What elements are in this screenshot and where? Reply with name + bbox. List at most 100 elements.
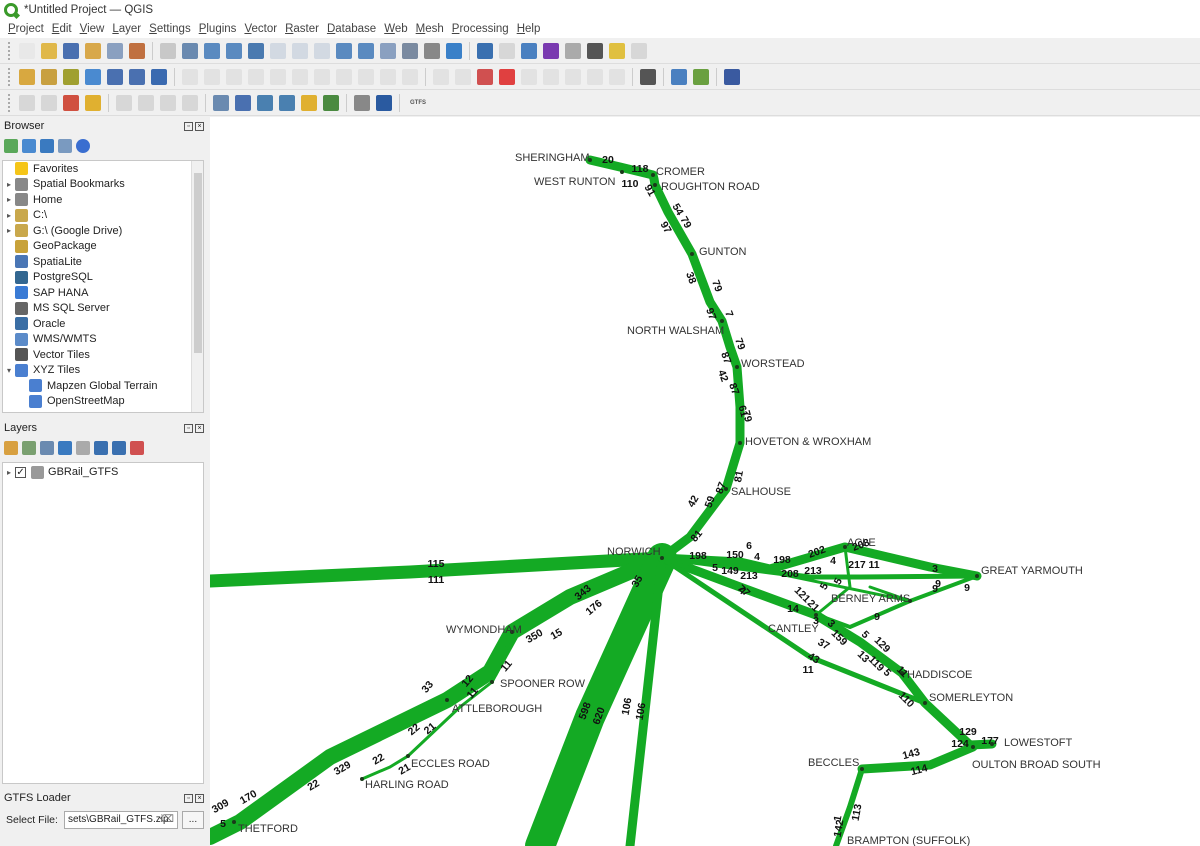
menu-processing[interactable]: Processing [448, 23, 513, 35]
browser-item-wms-wmts[interactable]: WMS/WMTS [3, 332, 203, 348]
gtfs-button[interactable]: GTFS [410, 100, 426, 106]
station-marker[interactable] [720, 319, 724, 323]
browse-button[interactable]: ... [181, 811, 204, 829]
browser-item-postgresql[interactable]: PostgreSQL [3, 270, 203, 286]
pencil-icon[interactable] [182, 68, 198, 85]
clear-icon[interactable]: ⌫ [160, 814, 174, 825]
browser-item-ms-sql-server[interactable]: MS SQL Server [3, 301, 203, 317]
collapse-all-icon[interactable] [58, 139, 72, 153]
close-label-icon[interactable] [499, 68, 515, 85]
station-marker[interactable] [971, 745, 975, 749]
label-rotate-icon[interactable] [543, 68, 559, 85]
visibility-icon[interactable] [40, 441, 54, 455]
advanced-digitize-icon[interactable] [85, 94, 101, 111]
filter-icon[interactable] [40, 139, 54, 153]
pan-to-selection-icon[interactable] [182, 42, 198, 59]
data-source-icon[interactable] [19, 68, 35, 85]
style-manager-icon[interactable] [129, 42, 145, 59]
zoom-in-icon[interactable] [204, 42, 220, 59]
menu-raster[interactable]: Raster [281, 23, 323, 35]
menu-mesh[interactable]: Mesh [412, 23, 448, 35]
station-marker[interactable] [735, 365, 739, 369]
export-icon[interactable] [376, 94, 392, 111]
new-project-icon[interactable] [19, 42, 35, 59]
split-icon[interactable] [182, 94, 198, 111]
select-features-icon[interactable] [213, 94, 229, 111]
refresh-icon[interactable] [22, 139, 36, 153]
attribute-table-icon[interactable] [499, 42, 515, 59]
label-move-icon[interactable] [521, 68, 537, 85]
zoom-native-icon[interactable] [314, 42, 330, 59]
label-show-icon[interactable] [587, 68, 603, 85]
simplify-icon[interactable] [116, 94, 132, 111]
menu-settings[interactable]: Settings [145, 23, 195, 35]
menu-edit[interactable]: Edit [48, 23, 76, 35]
menu-web[interactable]: Web [380, 23, 411, 35]
station-marker[interactable] [738, 441, 742, 445]
menu-project[interactable]: Project [4, 23, 48, 35]
browser-item-spatialite[interactable]: SpatiaLite [3, 254, 203, 270]
browser-item-geopackage[interactable]: GeoPackage [3, 239, 203, 255]
save-project-icon[interactable] [63, 42, 79, 59]
style-icon[interactable] [4, 441, 18, 455]
float-panel-icon[interactable]: ▫ [184, 121, 193, 131]
station-marker[interactable] [406, 754, 410, 758]
browser-item-home[interactable]: ▸ Home [3, 192, 203, 208]
label-hide-icon[interactable] [609, 68, 625, 85]
toolbar-grip[interactable] [8, 41, 12, 60]
reshape-icon[interactable] [160, 94, 176, 111]
browser-item-xyz-tiles[interactable]: ▾ XYZ Tiles [3, 363, 203, 379]
undo-icon[interactable] [380, 68, 396, 85]
station-marker[interactable] [660, 556, 664, 560]
layer-visibility-checkbox[interactable]: ✓ [15, 466, 27, 478]
help-icon[interactable] [724, 68, 740, 85]
save-edits-icon[interactable] [226, 68, 242, 85]
select-radius-icon[interactable] [257, 94, 273, 111]
pan-icon[interactable] [160, 42, 176, 59]
select-value-icon[interactable] [301, 94, 317, 111]
remove-layer-icon[interactable] [130, 441, 144, 455]
browser-item-vector-tiles[interactable]: Vector Tiles [3, 347, 203, 363]
browser-scrollbar[interactable] [191, 161, 203, 412]
copy-icon[interactable] [336, 68, 352, 85]
expand-arrow-icon[interactable]: ▸ [3, 226, 15, 235]
menu-database[interactable]: Database [323, 23, 380, 35]
expand-arrow-icon[interactable]: ▸ [3, 211, 15, 220]
edit-icon[interactable] [204, 68, 220, 85]
close-icon[interactable]: × [195, 793, 204, 803]
settings-icon[interactable] [521, 42, 537, 59]
info-icon[interactable] [76, 139, 90, 153]
label-pin-icon[interactable] [455, 68, 471, 85]
file-path-input[interactable]: sets\GBRail_GTFS.zip ⌫ [63, 811, 178, 829]
browser-item-oracle[interactable]: Oracle [3, 316, 203, 332]
zoom-full-icon[interactable] [248, 42, 264, 59]
cut-icon[interactable] [314, 68, 330, 85]
redo-icon[interactable] [402, 68, 418, 85]
expand-arrow-icon[interactable]: ▸ [7, 468, 11, 477]
float-panel-icon[interactable]: ▫ [184, 423, 193, 433]
georeferencer-icon[interactable] [640, 68, 656, 85]
measure-icon[interactable] [587, 42, 603, 59]
open-project-icon[interactable] [41, 42, 57, 59]
remove-icon[interactable] [477, 68, 493, 85]
close-icon[interactable]: × [195, 423, 204, 433]
add-feature-icon[interactable] [248, 68, 264, 85]
menu-vector[interactable]: Vector [240, 23, 281, 35]
select-area-icon[interactable] [235, 94, 251, 111]
new-shapefile-icon[interactable] [129, 68, 145, 85]
add-layer-icon[interactable] [4, 139, 18, 153]
expand-all-icon[interactable] [94, 441, 108, 455]
station-marker[interactable] [975, 574, 979, 578]
new-map-view-icon[interactable] [380, 42, 396, 59]
annotation-icon[interactable] [609, 42, 625, 59]
label-change-icon[interactable] [565, 68, 581, 85]
paste-icon[interactable] [358, 68, 374, 85]
sum-icon[interactable] [543, 42, 559, 59]
station-marker[interactable] [860, 767, 864, 771]
zoom-selection-icon[interactable] [270, 42, 286, 59]
menu-help[interactable]: Help [513, 23, 545, 35]
toolbar-grip[interactable] [8, 93, 12, 112]
browser-item-g-google-drive[interactable]: ▸ G:\ (Google Drive) [3, 223, 203, 239]
zoom-layer-icon[interactable] [292, 42, 308, 59]
layer-db-icon[interactable] [107, 68, 123, 85]
